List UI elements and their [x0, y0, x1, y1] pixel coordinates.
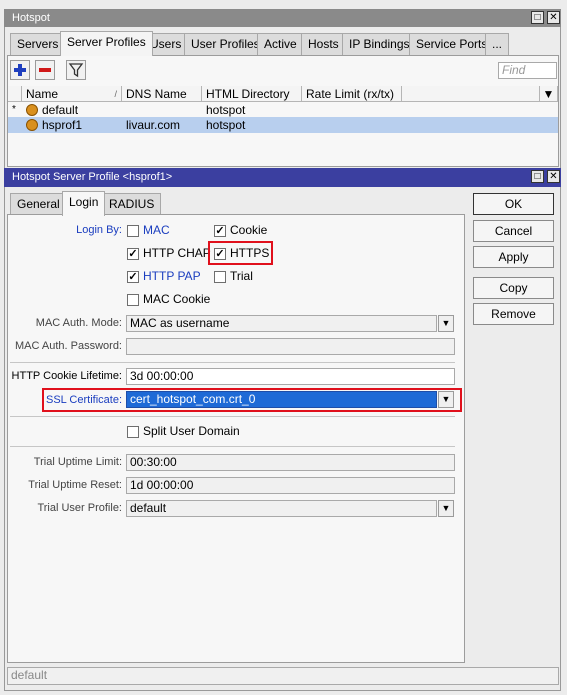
tab-login[interactable]: Login	[62, 191, 106, 216]
https-highlight	[208, 241, 273, 265]
filter-button[interactable]	[66, 60, 86, 80]
table-header-html-dir[interactable]: HTML Directory	[202, 86, 302, 102]
tab-general[interactable]: General	[10, 193, 67, 216]
mac-auth-password-input[interactable]	[126, 338, 455, 355]
login-by-label: Login By:	[76, 224, 122, 236]
table-row[interactable]: * default hotspot	[8, 102, 558, 118]
split-user-domain-checkbox[interactable]	[127, 426, 139, 438]
plus-icon	[14, 64, 26, 76]
http-pap-label: HTTP PAP	[143, 269, 201, 283]
trial-label: Trial	[230, 269, 253, 283]
tab-user-profiles[interactable]: User Profiles	[184, 33, 267, 56]
minus-icon	[39, 68, 51, 72]
trial-uptime-limit-label: Trial Uptime Limit:	[33, 456, 122, 468]
row-html-dir: hotspot	[206, 103, 246, 117]
dialog-title: Hotspot Server Profile <hsprof1>	[12, 171, 173, 183]
row-rate	[302, 117, 402, 133]
table-header-empty	[402, 86, 540, 102]
profile-icon	[26, 119, 38, 131]
apply-button[interactable]: Apply	[473, 246, 554, 268]
remove-button[interactable]: Remove	[473, 303, 554, 325]
tab-hosts[interactable]: Hosts	[301, 33, 346, 56]
row-html-dir: hotspot	[206, 118, 246, 132]
maximize-icon[interactable]: □	[531, 11, 544, 24]
separator	[10, 446, 455, 447]
dialog-close-icon[interactable]: ✕	[547, 170, 560, 183]
tab-more[interactable]: ...	[485, 33, 510, 56]
dialog-titlebar: Hotspot Server Profile <hsprof1> □ ✕	[4, 168, 561, 187]
trial-checkbox[interactable]	[214, 271, 226, 283]
separator	[10, 416, 455, 417]
filter-icon	[68, 63, 84, 78]
trial-uptime-reset-input[interactable]: 1d 00:00:00	[126, 477, 455, 494]
table-header-marker	[8, 86, 22, 102]
row-name: default	[42, 103, 79, 117]
mac-auth-mode-select[interactable]: MAC as username	[126, 315, 437, 332]
columns-dropdown-icon[interactable]: ▼	[540, 86, 558, 102]
tab-ip-bindings[interactable]: IP Bindings	[342, 33, 417, 56]
trial-user-profile-select[interactable]: default	[126, 500, 437, 517]
tab-radius[interactable]: RADIUS	[102, 193, 162, 216]
mac-cookie-checkbox[interactable]	[127, 294, 139, 306]
row-default-marker: *	[12, 104, 16, 115]
mac-label: MAC	[143, 223, 170, 237]
separator	[10, 362, 455, 363]
status-bar: default	[7, 667, 559, 685]
mac-auth-mode-label: MAC Auth. Mode:	[35, 317, 122, 329]
find-input[interactable]: Find	[498, 62, 557, 79]
row-dns	[122, 102, 202, 118]
http-pap-checkbox[interactable]: ✓	[127, 271, 139, 283]
profile-icon	[26, 104, 38, 116]
mac-auth-password-label: MAC Auth. Password:	[15, 340, 122, 352]
cookie-checkbox[interactable]: ✓	[214, 225, 226, 237]
mac-checkbox[interactable]	[127, 225, 139, 237]
row-dns: livaur.com	[126, 118, 181, 132]
row-name: hsprof1	[42, 118, 83, 132]
mac-auth-mode-dropdown-icon[interactable]: ▼	[438, 315, 454, 332]
trial-uptime-reset-label: Trial Uptime Reset:	[28, 479, 122, 491]
http-cookie-lifetime-label: HTTP Cookie Lifetime:	[11, 370, 122, 382]
trial-user-profile-dropdown-icon[interactable]: ▼	[438, 500, 454, 517]
cancel-button[interactable]: Cancel	[473, 220, 554, 242]
table-header-dns[interactable]: DNS Name	[122, 86, 202, 102]
dialog-maximize-icon[interactable]: □	[531, 170, 544, 183]
ok-button[interactable]: OK	[473, 193, 554, 215]
ssl-certificate-highlight	[42, 388, 462, 412]
http-chap-label: HTTP CHAP	[143, 246, 211, 260]
tab-servers[interactable]: Servers	[10, 33, 66, 56]
outer-window-title: Hotspot	[12, 12, 50, 24]
close-icon[interactable]: ✕	[547, 11, 560, 24]
tab-service-ports[interactable]: Service Ports	[409, 33, 495, 56]
trial-uptime-limit-input[interactable]: 00:30:00	[126, 454, 455, 471]
table-row[interactable]: hsprof1 livaur.com hotspot	[8, 117, 558, 133]
http-chap-checkbox[interactable]: ✓	[127, 248, 139, 260]
copy-button[interactable]: Copy	[473, 277, 554, 299]
column-name-label: Name	[26, 87, 59, 101]
outer-window-titlebar: Hotspot □ ✕	[4, 9, 561, 27]
add-button[interactable]	[10, 60, 30, 80]
table-header-rate[interactable]: Rate Limit (rx/tx)	[302, 86, 402, 102]
remove-list-button[interactable]	[35, 60, 55, 80]
mac-cookie-label: MAC Cookie	[143, 292, 211, 306]
http-cookie-lifetime-input[interactable]: 3d 00:00:00	[126, 368, 455, 385]
cookie-label: Cookie	[230, 223, 268, 237]
table-header-name[interactable]: Name /	[22, 86, 122, 102]
split-user-domain-label: Split User Domain	[143, 424, 240, 438]
sort-icon: /	[114, 89, 117, 99]
trial-user-profile-label: Trial User Profile:	[37, 502, 122, 514]
tab-server-profiles[interactable]: Server Profiles	[60, 31, 153, 56]
tab-active[interactable]: Active	[257, 33, 304, 56]
row-marker	[8, 117, 22, 133]
row-rate	[302, 102, 402, 118]
